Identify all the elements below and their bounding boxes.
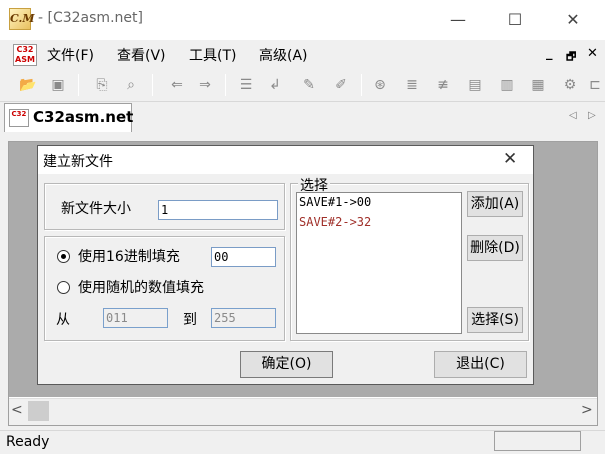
fill-hex-label: 使用16进制填充 [78,249,180,265]
align-icon[interactable]: ≢ [433,75,453,95]
unpatch-icon[interactable]: ✐ [331,75,351,95]
exit-button[interactable]: 退出(C) [434,351,527,378]
dialog-title: 建立新文件 [43,154,113,170]
menu-view[interactable]: 查看(V) [117,45,166,65]
toolbar-separator [225,74,226,96]
window-title: - [C32asm.net] [38,10,143,26]
document-logo-icon: C32 [9,109,29,127]
tab-scroll-right-icon[interactable]: ▷ [588,110,596,121]
ok-button[interactable]: 确定(O) [240,351,333,378]
menu-tools[interactable]: 工具(T) [189,45,236,65]
select-button[interactable]: 选择(S) [467,307,523,333]
fill-random-label: 使用随机的数值填充 [78,280,204,296]
fill-hex-radio[interactable] [57,250,70,263]
find-icon[interactable]: ⌕ [121,75,141,95]
tab-label: C32asm.net [33,108,134,126]
data-icon[interactable]: ▥ [497,75,517,95]
menu-advanced[interactable]: 高级(A) [259,45,308,65]
mdi-close-button[interactable]: ✕ [587,46,598,61]
analyze-icon[interactable]: ⊛ [370,75,390,95]
mdi-restore-button[interactable]: 🗗 [566,48,576,67]
list-item[interactable]: SAVE#2->32 [299,215,371,229]
bytes-icon[interactable]: ▦ [528,75,548,95]
toolbar-separator [152,74,153,96]
from-input[interactable]: 011 [103,308,168,328]
app-logo-icon[interactable]: C.M [9,8,35,30]
status-pane [494,431,581,451]
add-button[interactable]: 添加(A) [467,191,523,217]
back-arrow-icon[interactable]: ⇐ [167,75,187,95]
scroll-right-icon[interactable]: > [581,402,593,418]
return-icon[interactable]: ↲ [265,75,285,95]
list-icon[interactable]: ≣ [402,75,422,95]
status-text: Ready [6,434,50,450]
size-label: 新文件大小 [61,201,131,217]
fill-hex-input[interactable]: 00 [211,247,276,267]
forward-arrow-icon[interactable]: ⇒ [195,75,215,95]
dialog-close-icon[interactable]: ✕ [503,149,517,169]
hex-icon[interactable]: ▤ [465,75,485,95]
list-item[interactable]: SAVE#1->00 [299,195,371,209]
save-list[interactable] [296,192,462,334]
document-logo-icon: C32 ASM [13,44,37,66]
toolbar-separator [361,74,362,96]
maximize-button[interactable]: ☐ [492,0,538,40]
goto-icon[interactable]: ☰ [236,75,256,95]
open-folder-icon[interactable]: 📂 [18,75,38,95]
more-icon[interactable]: ⊏ [585,75,605,95]
scroll-left-icon[interactable]: < [11,402,23,418]
menu-file[interactable]: 文件(F) [47,45,94,65]
scroll-thumb[interactable] [28,401,49,421]
patch-icon[interactable]: ✎ [299,75,319,95]
horizontal-scrollbar[interactable] [9,398,597,425]
from-label: 从 [56,312,70,328]
fill-random-radio[interactable] [57,281,70,294]
delete-button[interactable]: 删除(D) [467,235,523,261]
gear-icon[interactable]: ⚙ [560,75,580,95]
to-input[interactable]: 255 [211,308,276,328]
tab-scroll-left-icon[interactable]: ◁ [569,110,577,121]
size-input[interactable]: 1 [158,200,278,220]
close-button[interactable]: ✕ [550,0,596,40]
toolbar-separator [78,74,79,96]
copy-icon[interactable]: ⎘ [92,75,112,95]
mdi-minimize-button[interactable]: _ [546,46,553,61]
save-icon[interactable]: ▣ [48,75,68,95]
to-label: 到 [183,312,197,328]
minimize-button[interactable]: — [435,0,481,40]
